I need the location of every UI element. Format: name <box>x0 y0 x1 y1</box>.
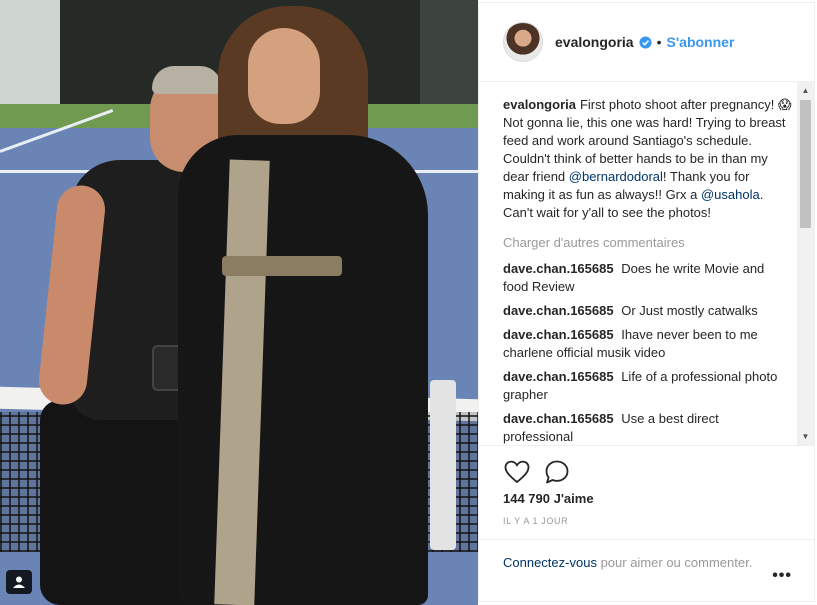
load-more-comments-button[interactable]: Charger d'autres commentaires <box>503 234 792 252</box>
comment-item: dave.chan.165685 Use a best direct profe… <box>503 410 792 445</box>
mention-link[interactable]: @bernardodoral <box>569 169 663 184</box>
login-prompt-text: pour aimer ou commenter. <box>596 555 753 570</box>
login-prompt: Connectez-vous pour aimer ou commenter. <box>479 539 814 601</box>
heart-icon[interactable] <box>503 458 531 486</box>
woman-belt <box>222 256 342 276</box>
comments-scrollbar[interactable]: ▲ ▼ <box>797 82 814 445</box>
post-caption: evalongoria First photo shoot after pregn… <box>503 96 792 222</box>
scroll-down-arrow-icon[interactable]: ▼ <box>797 428 814 445</box>
comment-bubble-icon[interactable] <box>543 458 571 486</box>
post-timestamp[interactable]: IL Y A 1 JOUR <box>503 516 568 526</box>
scrollbar-thumb[interactable] <box>800 100 811 228</box>
caption-username[interactable]: evalongoria <box>503 97 576 112</box>
follow-button[interactable]: S'abonner <box>667 34 735 50</box>
header-username[interactable]: evalongoria <box>555 34 634 50</box>
avatar[interactable] <box>503 22 543 62</box>
woman-dress <box>178 135 428 605</box>
comment-item: dave.chan.165685 Does he write Movie and… <box>503 260 792 296</box>
comment-username[interactable]: dave.chan.165685 <box>503 303 614 318</box>
post-photo[interactable] <box>0 0 478 605</box>
more-options-icon[interactable]: ••• <box>772 567 792 585</box>
verified-badge-icon <box>639 35 652 49</box>
photographer-hair <box>152 66 222 94</box>
woman-head <box>248 28 320 124</box>
comment-username[interactable]: dave.chan.165685 <box>503 261 614 276</box>
comment-item: dave.chan.165685 Life of a professional … <box>503 368 792 404</box>
post-header: evalongoria • S'abonner <box>479 3 814 82</box>
post-actions <box>479 445 814 485</box>
photo-background-shadow <box>420 0 478 108</box>
login-link[interactable]: Connectez-vous <box>503 555 597 570</box>
comment-username[interactable]: dave.chan.165685 <box>503 411 614 426</box>
comment-username[interactable]: dave.chan.165685 <box>503 327 614 342</box>
photo-background-light <box>0 0 60 108</box>
mention-link[interactable]: @usahola <box>701 187 760 202</box>
comments-list[interactable]: evalongoria First photo shoot after pregn… <box>479 82 814 445</box>
scroll-up-arrow-icon[interactable]: ▲ <box>797 82 814 99</box>
comment-username[interactable]: dave.chan.165685 <box>503 369 614 384</box>
post-side-panel: evalongoria • S'abonner evalongoria First… <box>478 2 815 602</box>
likes-count[interactable]: 144 790 J'aime <box>503 491 594 506</box>
comment-item: dave.chan.165685 Or Just mostly catwalks <box>503 302 792 320</box>
user-tag-icon[interactable] <box>6 570 32 594</box>
comment-text: Or Just mostly catwalks <box>621 303 758 318</box>
net-post <box>430 380 456 550</box>
separator-dot: • <box>656 34 662 50</box>
comment-item: dave.chan.165685 Ihave never been to me … <box>503 326 792 362</box>
